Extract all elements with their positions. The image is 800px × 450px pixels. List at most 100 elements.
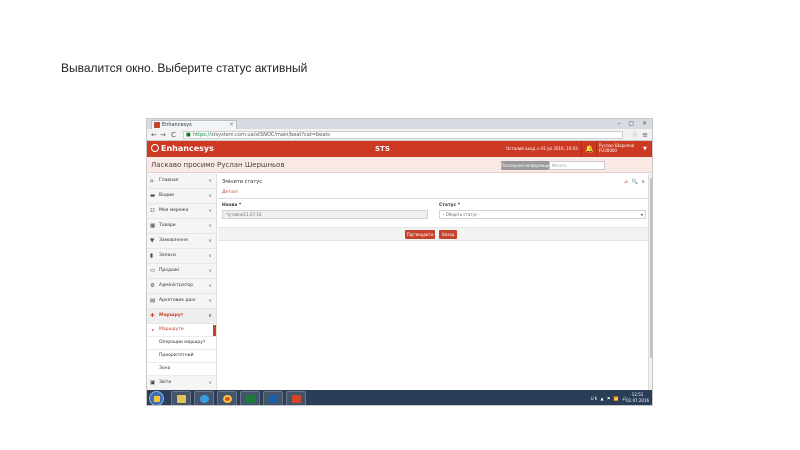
- last-login-text: Осталий вход ⊙ 01 Jul 2016, 10:03: [506, 146, 578, 151]
- sidebar-item-orders[interactable]: ▼ Замовлення ∨: [147, 234, 216, 249]
- chrome-icon: [223, 395, 232, 403]
- bookmark-star-icon[interactable]: ☆: [632, 130, 638, 140]
- excel-icon: [246, 395, 255, 403]
- window-controls[interactable]: – ▢ ×: [617, 119, 650, 129]
- cart-icon: ▼: [150, 238, 155, 244]
- export-icon[interactable]: ⊿: [624, 179, 629, 185]
- tab-divider: [218, 198, 652, 199]
- sidebar-item-route[interactable]: ✚ Маршрут ∨: [147, 309, 216, 324]
- status-select[interactable]: - Оберіть статус - ▾: [439, 210, 646, 219]
- taskbar-outlook[interactable]: [263, 391, 283, 405]
- favicon-icon: [154, 122, 160, 128]
- book-icon: ▮: [150, 253, 154, 259]
- car-icon: ▬: [150, 193, 156, 199]
- panel-header: Змінити статус ⊿ 🔍 ∧: [218, 177, 652, 187]
- chevron-down-icon: ∨: [208, 253, 212, 259]
- tab-details[interactable]: Деталі: [222, 189, 238, 197]
- sidebar-item-products[interactable]: ▦ Товари ∨: [147, 219, 216, 234]
- back-button[interactable]: ←: [151, 130, 157, 140]
- bell-icon[interactable]: 🔔: [585, 143, 594, 155]
- doc-icon: ▤: [150, 298, 156, 304]
- caret-down-icon: ▾: [640, 212, 643, 217]
- folder-icon: [177, 395, 186, 403]
- vertical-scrollbar[interactable]: [648, 174, 652, 395]
- app-header: Enhancesys STS Осталий вход ⊙ 01 Jul 201…: [147, 141, 652, 157]
- scrollbar-thumb[interactable]: [650, 178, 652, 358]
- gear-icon: ⚙: [150, 283, 155, 289]
- greeting-text: Ласкаво просимо Руслан Шершньов: [151, 161, 285, 169]
- powerpoint-icon: [292, 395, 301, 403]
- info-button[interactable]: Последнее информация: [501, 161, 549, 170]
- sidebar-item-admin[interactable]: ⚙ Адміністратор ∨: [147, 279, 216, 294]
- chevron-down-icon: ∨: [208, 223, 212, 229]
- chevron-down-icon: ∨: [208, 193, 212, 199]
- sidebar-item-drivers[interactable]: ▬ Водии ∨: [147, 189, 216, 204]
- browser-tab[interactable]: Enhancesys ×: [151, 120, 237, 129]
- grid-icon: ▦: [150, 223, 156, 229]
- search-icon[interactable]: 🔍: [632, 179, 639, 185]
- sidebar-item-label: Архетовик дані: [159, 298, 196, 303]
- system-tray[interactable]: UK ▲ ⚑ 📶 🔊: [591, 390, 628, 405]
- taskbar-excel[interactable]: [240, 391, 260, 405]
- sidebar-item-label: Продажі: [159, 268, 180, 273]
- sidebar-item-label: Запаси: [159, 253, 176, 258]
- sidebar-item-reports[interactable]: ▣ Звіти ∨: [147, 376, 216, 391]
- user-menu-caret-icon[interactable]: ▼: [643, 143, 647, 155]
- windows-taskbar: UK ▲ ⚑ 📶 🔊 12:51 02.07.2016: [147, 390, 652, 405]
- sidebar-item-label: Главная: [159, 178, 179, 183]
- browser-menu-icon[interactable]: ≡: [642, 130, 648, 140]
- taskbar-clock[interactable]: 12:51 02.07.2016: [626, 392, 649, 404]
- button-row: [218, 227, 652, 241]
- taskbar-chrome[interactable]: [217, 391, 237, 405]
- user-info[interactable]: Руслан Шарипов FU30000: [599, 143, 634, 153]
- logo-icon: [151, 144, 159, 152]
- back-button-form[interactable]: Назад: [439, 230, 457, 239]
- chevron-down-icon: ∨: [208, 208, 212, 214]
- sidebar-item-stock[interactable]: ▮ Запаси ∨: [147, 249, 216, 264]
- clock-date: 02.07.2016: [626, 398, 649, 403]
- taskbar-explorer[interactable]: [171, 391, 191, 405]
- chevron-down-icon: ∨: [208, 380, 212, 386]
- chevron-up-icon[interactable]: ∧: [641, 179, 646, 185]
- greeting-bar: Ласкаво просимо Руслан Шершньов Последне…: [147, 157, 652, 173]
- sidebar-subitem-route-operations[interactable]: Операции маршрут: [147, 337, 216, 350]
- sidebar-subitem-zone[interactable]: Зона: [147, 363, 216, 376]
- forward-button[interactable]: →: [160, 130, 166, 140]
- name-field[interactable]: Чутивни11.07.16: [222, 210, 428, 219]
- slide-title: Вывалится окно. Выберите статус активный: [61, 61, 308, 75]
- browser-tab-bar: Enhancesys × – ▢ ×: [147, 119, 652, 129]
- panel-title: Змінити статус: [222, 179, 262, 185]
- sidebar-item-label: Моя мережа: [159, 208, 189, 213]
- sidebar-item-sales[interactable]: ▭ Продажі ∨: [147, 264, 216, 279]
- start-button[interactable]: [149, 391, 164, 405]
- header-divider: [596, 141, 597, 157]
- sidebar: ⌂ Главная ∨ ▬ Водии ∨ ☷ Моя мережа ∨ ▦ Товари ∨ …: [147, 174, 217, 405]
- status-select-value: - Оберіть статус -: [443, 212, 480, 217]
- map-icon: ▣: [150, 380, 156, 386]
- main-content: Змінити статус ⊿ 🔍 ∧ Деталі Назва * Чути…: [218, 174, 652, 395]
- outlook-icon: [269, 395, 278, 403]
- confirm-button[interactable]: Підтвердити: [405, 230, 435, 239]
- plus-icon: ✚: [150, 313, 155, 319]
- url-input[interactable]: ■ https://stsystem.com.ua/stSNOC/main/be…: [183, 131, 623, 139]
- url-path: stsystem.com.ua/stSNOC/main/beat?cat=bea…: [210, 132, 330, 138]
- taskbar-ie[interactable]: [194, 391, 214, 405]
- taskbar-powerpoint[interactable]: [286, 391, 306, 405]
- sidebar-item-archive[interactable]: ▤ Архетовик дані ∨: [147, 294, 216, 309]
- reload-button[interactable]: C: [171, 130, 176, 140]
- sidebar-subitem-routes[interactable]: Маршрути: [147, 324, 216, 337]
- browser-tab-title: Enhancesys: [162, 122, 192, 128]
- sidebar-subitem-priority[interactable]: Приоритетний: [147, 350, 216, 363]
- header-divider: [581, 141, 582, 157]
- chevron-down-icon: ∨: [207, 313, 212, 319]
- chevron-down-icon: ∨: [208, 238, 212, 244]
- search-input[interactable]: Искать: [549, 161, 605, 170]
- tab-close-icon[interactable]: ×: [229, 121, 234, 129]
- home-icon: ⌂: [150, 178, 154, 184]
- sidebar-item-label: Товари: [159, 223, 176, 228]
- panel-tools: ⊿ 🔍 ∧: [624, 177, 646, 187]
- status-label: Статус *: [439, 203, 461, 208]
- sidebar-item-home[interactable]: ⌂ Главная ∨: [147, 174, 216, 189]
- app-logo[interactable]: Enhancesys: [151, 143, 214, 155]
- sidebar-item-network[interactable]: ☷ Моя мережа ∨: [147, 204, 216, 219]
